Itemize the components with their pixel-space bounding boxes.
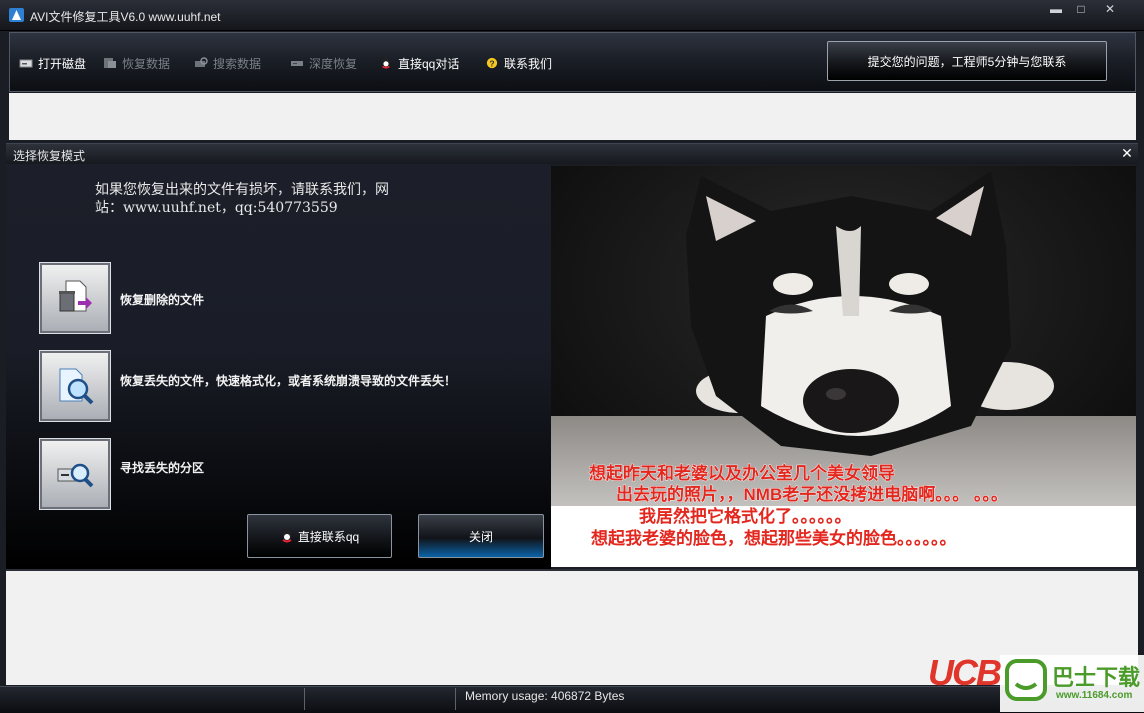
toolbar: 打开磁盘 恢复数据 搜索数据 深度恢复 直接qq对话 ? 联系我们 提交您的问题… [9,32,1136,92]
notice-line-1: 如果您恢复出来的文件有损坏，请联系我们，网 [95,182,389,198]
deep-restore-label: 深度恢复 [309,56,358,71]
caption-line-3: 我居然把它格式化了。。。。。。 [639,506,852,526]
memory-usage: Memory usage: 406872 Bytes [465,689,625,703]
open-disk-label: 打开磁盘 [38,56,87,71]
recover-deleted-button[interactable] [39,262,111,334]
bus-logo-icon [1005,659,1047,701]
qq-icon [282,530,292,543]
contact-qq-button[interactable]: 直接联系qq [247,514,392,558]
close-dialog-button[interactable]: 关闭 [418,514,544,558]
disk-icon [19,59,33,68]
open-disk-button[interactable]: 打开磁盘 [19,55,86,71]
app-icon [9,8,24,22]
dialog-close-icon[interactable]: ✕ [1120,146,1134,160]
window-title: AVI文件修复工具V6.0 www.uuhf.net [30,10,221,24]
restore-data-button[interactable]: 恢复数据 [103,55,170,71]
dialog-title: 选择恢复模式 [13,149,86,163]
qq-chat-label: 直接qq对话 [398,56,460,71]
notice-line-2: 站：www.uuhf.net，qq:540773559 [95,200,338,216]
watermark-name: 巴士下载 [1052,665,1141,690]
find-partition-label: 寻找丢失的分区 [120,461,205,475]
svg-text:?: ? [489,58,494,68]
promo-image: 想起昨天和老婆以及办公室几个美女领导 出去玩的照片，，NMB老子还没拷进电脑啊。… [551,166,1136,567]
husky-photo: 想起昨天和老婆以及办公室几个美女领导 出去玩的照片，，NMB老子还没拷进电脑啊。… [551,166,1136,567]
deep-restore-icon [291,61,303,66]
maximize-button[interactable]: □ [1068,2,1094,18]
contact-qq-label: 直接联系qq [297,529,360,544]
watermark-url: www.11684.com [1056,690,1133,701]
recycle-file-icon [59,280,92,312]
find-partition-button[interactable] [39,438,111,510]
search-data-label: 搜索数据 [213,56,262,71]
caption-line-2: 出去玩的照片，，NMB老子还没拷进电脑啊。。。 。。。 [616,484,1008,504]
status-separator [455,688,456,710]
help-icon: ? [486,57,498,68]
caption-line-4: 想起我老婆的脸色，想起那些美女的脸色。。。。。。 [591,528,957,548]
restore-data-label: 恢复数据 [122,56,171,71]
recover-lost-button[interactable] [39,350,111,422]
qq-icon [382,57,390,69]
magnifier-file-icon [59,368,94,405]
recover-lost-label: 恢复丢失的文件，快速格式化，或者系统崩溃导致的文件丢失！ [120,374,457,388]
dialog-title-bar: 选择恢复模式 ✕ [6,143,1138,164]
recover-deleted-label: 恢复删除的文件 [120,293,205,307]
restore-icon [104,58,116,68]
close-window-button[interactable]: ✕ [1097,2,1123,18]
contact-us-label: 联系我们 [504,56,553,71]
status-separator [304,688,305,710]
drive-search-icon [57,463,94,488]
content-area-top [9,93,1136,140]
minimize-button[interactable]: ▬ [1043,2,1069,18]
search-data-icon [195,57,208,67]
qq-chat-button[interactable]: 直接qq对话 [379,55,459,71]
caption-line-1: 想起昨天和老婆以及办公室几个美女领导 [589,463,895,483]
notice-text: 如果您恢复出来的文件有损坏，请联系我们，网 站：www.uuhf.net，qq:… [95,181,475,217]
watermark-logo: UCB [928,652,1002,693]
deep-restore-button[interactable]: 深度恢复 [290,55,357,71]
submit-question-button[interactable]: 提交您的问题，工程师5分钟与您联系 [827,41,1107,81]
contact-us-button[interactable]: ? 联系我们 [485,55,552,71]
search-data-button[interactable]: 搜索数据 [194,55,261,71]
